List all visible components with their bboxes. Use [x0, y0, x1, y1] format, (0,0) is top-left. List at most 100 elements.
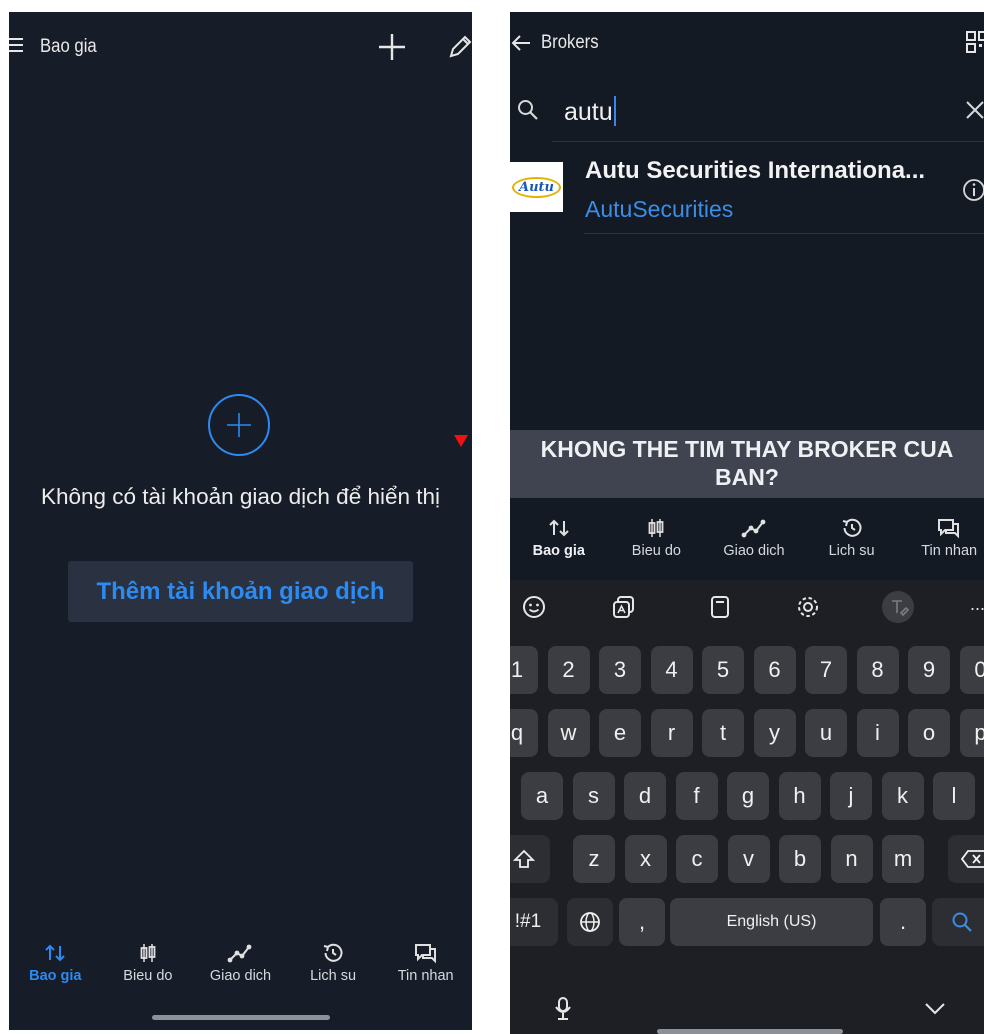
keyboard-nav-bar — [510, 982, 984, 1034]
key-c[interactable]: c — [676, 835, 718, 883]
add-icon[interactable] — [377, 32, 407, 62]
nav-bao-gia[interactable]: Bao gia — [510, 517, 608, 577]
key-g[interactable]: g — [727, 772, 769, 820]
key-r[interactable]: r — [650, 709, 693, 757]
key-v[interactable]: v — [727, 835, 770, 883]
clipboard-icon[interactable] — [706, 593, 734, 621]
menu-icon[interactable] — [9, 38, 23, 52]
broker-server: AutuSecurities — [585, 196, 734, 222]
info-icon[interactable] — [962, 178, 984, 202]
add-account-circle-icon[interactable] — [207, 393, 271, 457]
key-u[interactable]: u — [805, 709, 847, 757]
brokers-screen: Brokers autu Autu Autu Securities Intern… — [510, 12, 984, 1034]
keyboard-toolbar: ... — [510, 584, 984, 632]
search-key[interactable] — [932, 898, 984, 946]
quotes-arrows-icon — [549, 519, 569, 537]
red-marker — [454, 435, 468, 447]
on-screen-keyboard: ... 1234567890 qwertyuiop asdfghjkl zxcvbnm… — [510, 580, 984, 1034]
history-clock-icon — [323, 943, 343, 962]
messages-icon — [938, 519, 960, 539]
trade-line-icon — [228, 944, 252, 963]
sticker-icon[interactable] — [610, 593, 638, 621]
key-2[interactable]: 2 — [547, 646, 590, 694]
key-k[interactable]: k — [881, 772, 924, 820]
page-title: Bao gia — [40, 36, 97, 57]
microphone-icon[interactable] — [552, 996, 574, 1022]
language-key[interactable] — [567, 898, 613, 946]
key-n[interactable]: n — [830, 835, 873, 883]
backspace-key[interactable] — [948, 835, 984, 883]
handwriting-button[interactable] — [882, 591, 914, 623]
key-j[interactable]: j — [830, 772, 872, 820]
space-key[interactable]: English (US) — [670, 898, 873, 946]
key-d[interactable]: d — [624, 772, 666, 820]
key-1[interactable]: 1 — [510, 646, 538, 694]
key-9[interactable]: 9 — [908, 646, 950, 694]
key-3[interactable]: 3 — [599, 646, 641, 694]
nav-bao-gia[interactable]: Bao gia — [9, 942, 102, 1002]
key-8[interactable]: 8 — [856, 646, 899, 694]
key-6[interactable]: 6 — [753, 646, 796, 694]
key-m[interactable]: m — [882, 835, 924, 883]
key-a[interactable]: a — [521, 772, 563, 820]
divider — [584, 233, 984, 234]
key-5[interactable]: 5 — [702, 646, 744, 694]
comma-key[interactable]: , — [619, 898, 665, 946]
nav-giao-dich[interactable]: Giao dich — [705, 517, 803, 577]
empty-state-message: Không có tài khoản giao dịch để hiển thị — [40, 484, 441, 509]
emoji-icon[interactable] — [520, 593, 548, 621]
key-4[interactable]: 4 — [650, 646, 693, 694]
quotes-arrows-icon — [45, 944, 66, 962]
key-q[interactable]: q — [510, 709, 538, 757]
key-i[interactable]: i — [856, 709, 899, 757]
divider — [552, 141, 984, 142]
key-t[interactable]: t — [702, 709, 744, 757]
search-input[interactable]: autu — [564, 96, 616, 127]
candlestick-chart-icon — [648, 519, 664, 537]
key-z[interactable]: z — [573, 835, 615, 883]
shift-key[interactable] — [510, 835, 550, 883]
broker-not-found-banner[interactable]: KHONG THE TIM THAY BROKER CUA BAN? — [510, 430, 984, 498]
symbols-key[interactable]: !#1 — [510, 898, 558, 946]
key-y[interactable]: y — [753, 709, 796, 757]
key-s[interactable]: s — [572, 772, 615, 820]
key-o[interactable]: o — [908, 709, 950, 757]
bottom-navigation: Bao gia Bieu do Giao dich Lich su Tin nh… — [9, 942, 472, 1002]
key-h[interactable]: h — [778, 772, 821, 820]
candlestick-chart-icon — [140, 944, 156, 962]
key-p[interactable]: p — [959, 709, 984, 757]
key-x[interactable]: x — [624, 835, 667, 883]
back-arrow-icon[interactable] — [510, 32, 532, 54]
nav-lich-su[interactable]: Lich su — [803, 517, 901, 577]
nav-tin-nhan[interactable]: Tin nhan — [900, 517, 984, 577]
text-caret — [613, 96, 616, 126]
key-l[interactable]: l — [933, 772, 975, 820]
nav-lich-su[interactable]: Lich su — [287, 942, 380, 1002]
trade-line-icon — [741, 519, 766, 538]
nav-tin-nhan[interactable]: Tin nhan — [379, 942, 472, 1002]
add-trading-account-button[interactable]: Thêm tài khoản giao dịch — [68, 561, 413, 622]
period-key[interactable]: . — [880, 898, 926, 946]
chevron-down-icon[interactable] — [924, 1002, 946, 1016]
settings-gear-icon[interactable] — [794, 593, 822, 621]
key-w[interactable]: w — [547, 709, 590, 757]
history-clock-icon — [842, 518, 862, 537]
more-tools-button[interactable]: ... — [970, 594, 984, 622]
key-7[interactable]: 7 — [805, 646, 847, 694]
key-e[interactable]: e — [599, 709, 641, 757]
nav-giao-dich[interactable]: Giao dich — [194, 942, 287, 1002]
qr-scan-icon[interactable] — [965, 30, 984, 56]
key-b[interactable]: b — [779, 835, 821, 883]
nav-bieu-do[interactable]: Bieu do — [608, 517, 706, 577]
nav-bieu-do[interactable]: Bieu do — [102, 942, 195, 1002]
broker-logo: Autu — [510, 162, 563, 212]
messages-icon — [414, 944, 436, 964]
clear-search-icon[interactable] — [965, 100, 984, 120]
home-indicator — [657, 1029, 843, 1034]
edit-pencil-icon[interactable] — [447, 34, 472, 60]
bottom-navigation: Bao gia Bieu do Giao dich Lich su Tin nh… — [510, 517, 984, 577]
handwriting-pen-icon — [892, 600, 910, 617]
key-f[interactable]: f — [675, 772, 718, 820]
globe-icon — [580, 912, 600, 932]
key-0[interactable]: 0 — [959, 646, 984, 694]
